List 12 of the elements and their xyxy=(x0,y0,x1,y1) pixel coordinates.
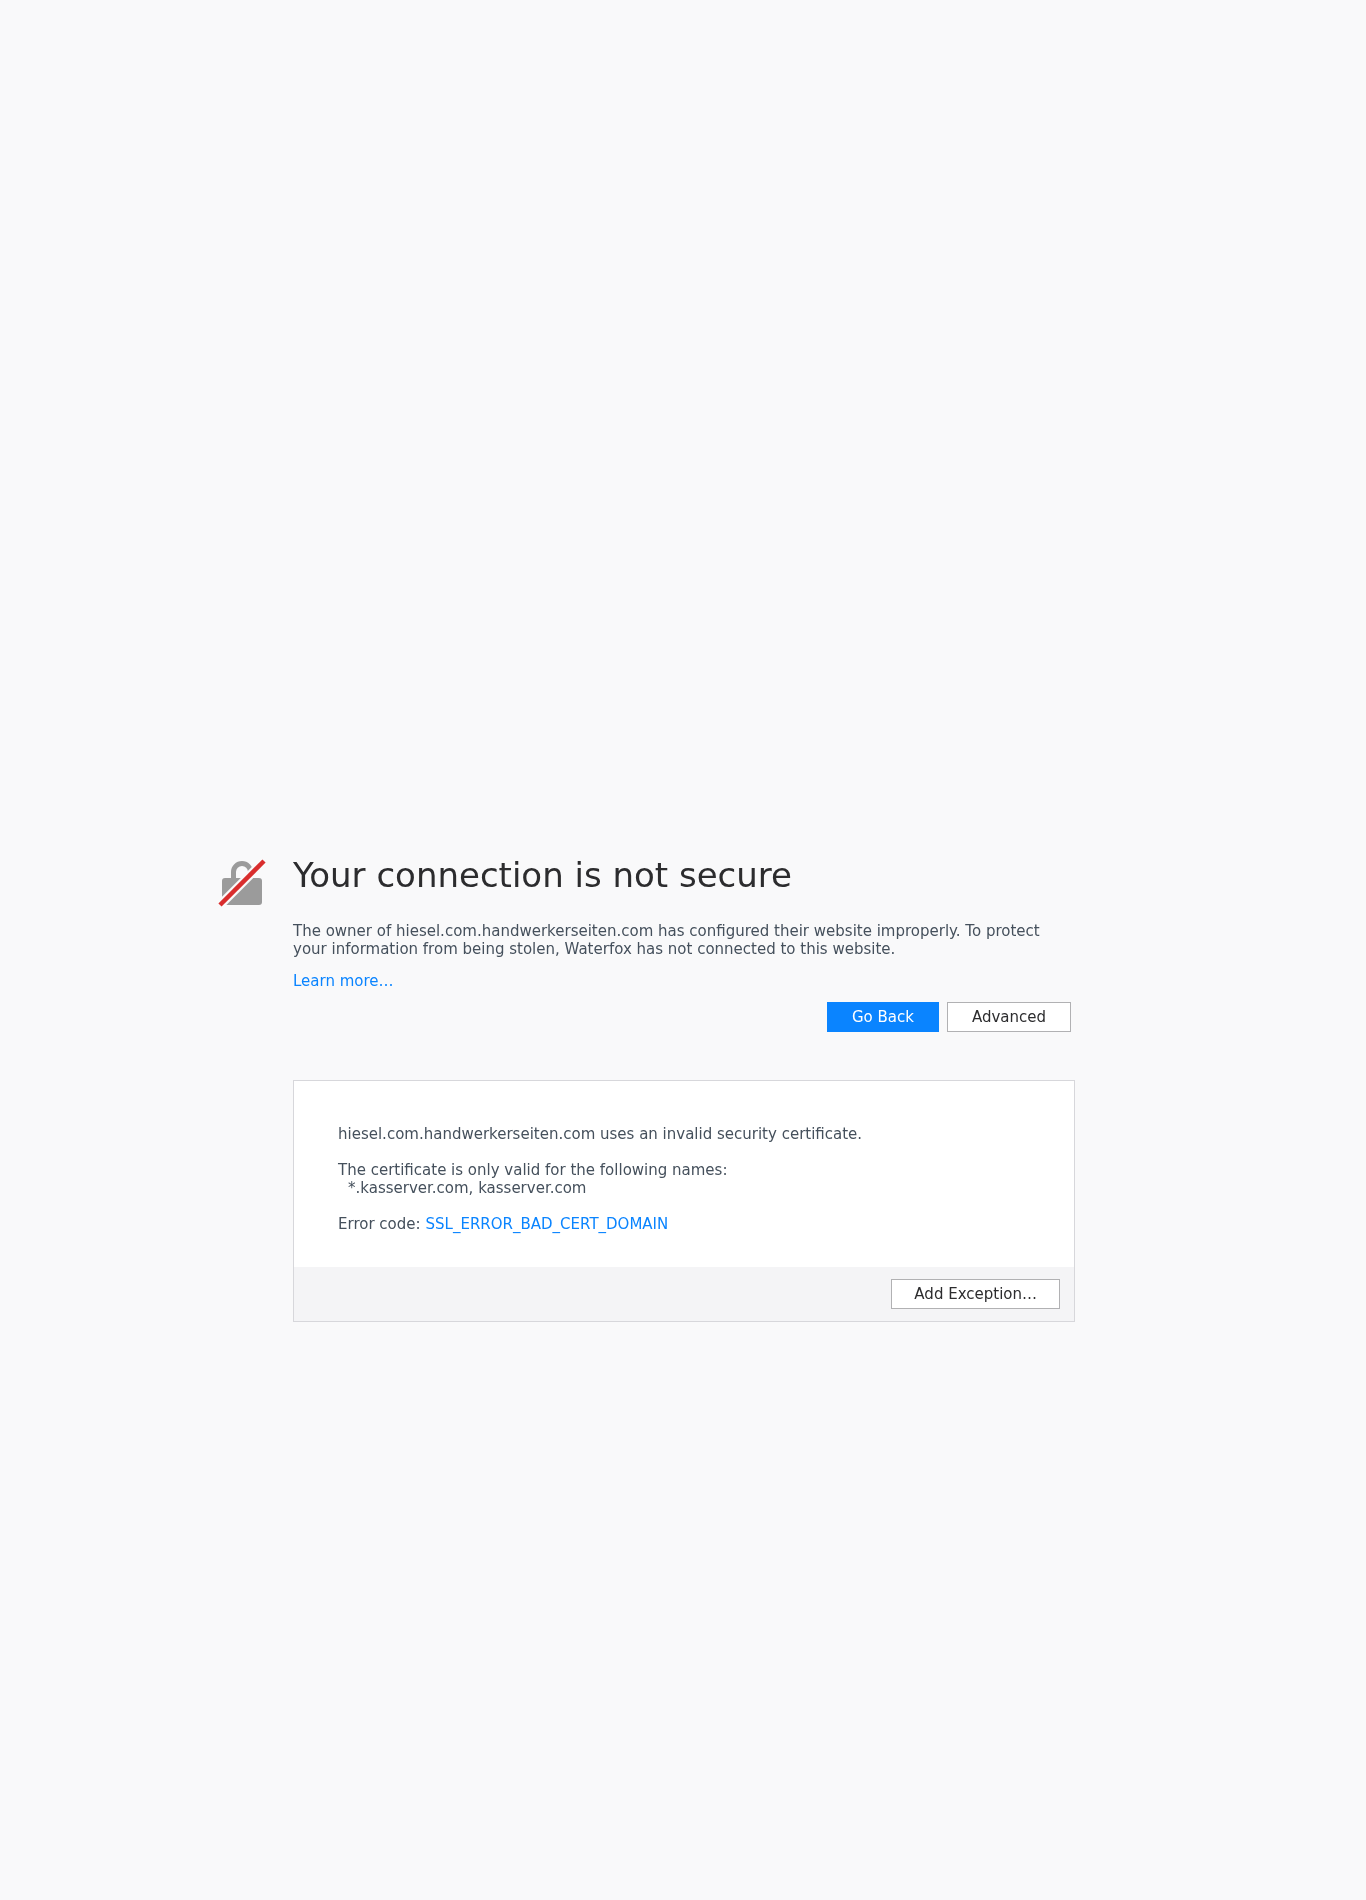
valid-names: *.kasserver.com, kasserver.com xyxy=(347,1179,588,1197)
learn-more-link[interactable]: Learn more… xyxy=(293,972,394,990)
advanced-button[interactable]: Advanced xyxy=(946,1002,1071,1032)
go-back-button[interactable]: Go Back xyxy=(826,1002,939,1032)
error-code-link[interactable]: SSL_ERROR_BAD_CERT_DOMAIN xyxy=(425,1215,669,1233)
broken-padlock-icon xyxy=(217,858,267,908)
error-description: The owner of hiesel.com.handwerkerseiten.com has configured their website improperly. To protect your information from being stolen, Waterfox has not connected to this website. xyxy=(293,922,1041,958)
certificate-message: hiesel.com.handwerkerseiten.com uses an invalid security certificate. xyxy=(338,1125,864,1143)
page-title: Your connection is not secure xyxy=(293,855,793,895)
add-exception-button[interactable]: Add Exception… xyxy=(891,1279,1060,1309)
error-code-label: Error code: xyxy=(338,1215,421,1233)
valid-names-label: The certificate is only valid for the following names: xyxy=(338,1161,729,1179)
